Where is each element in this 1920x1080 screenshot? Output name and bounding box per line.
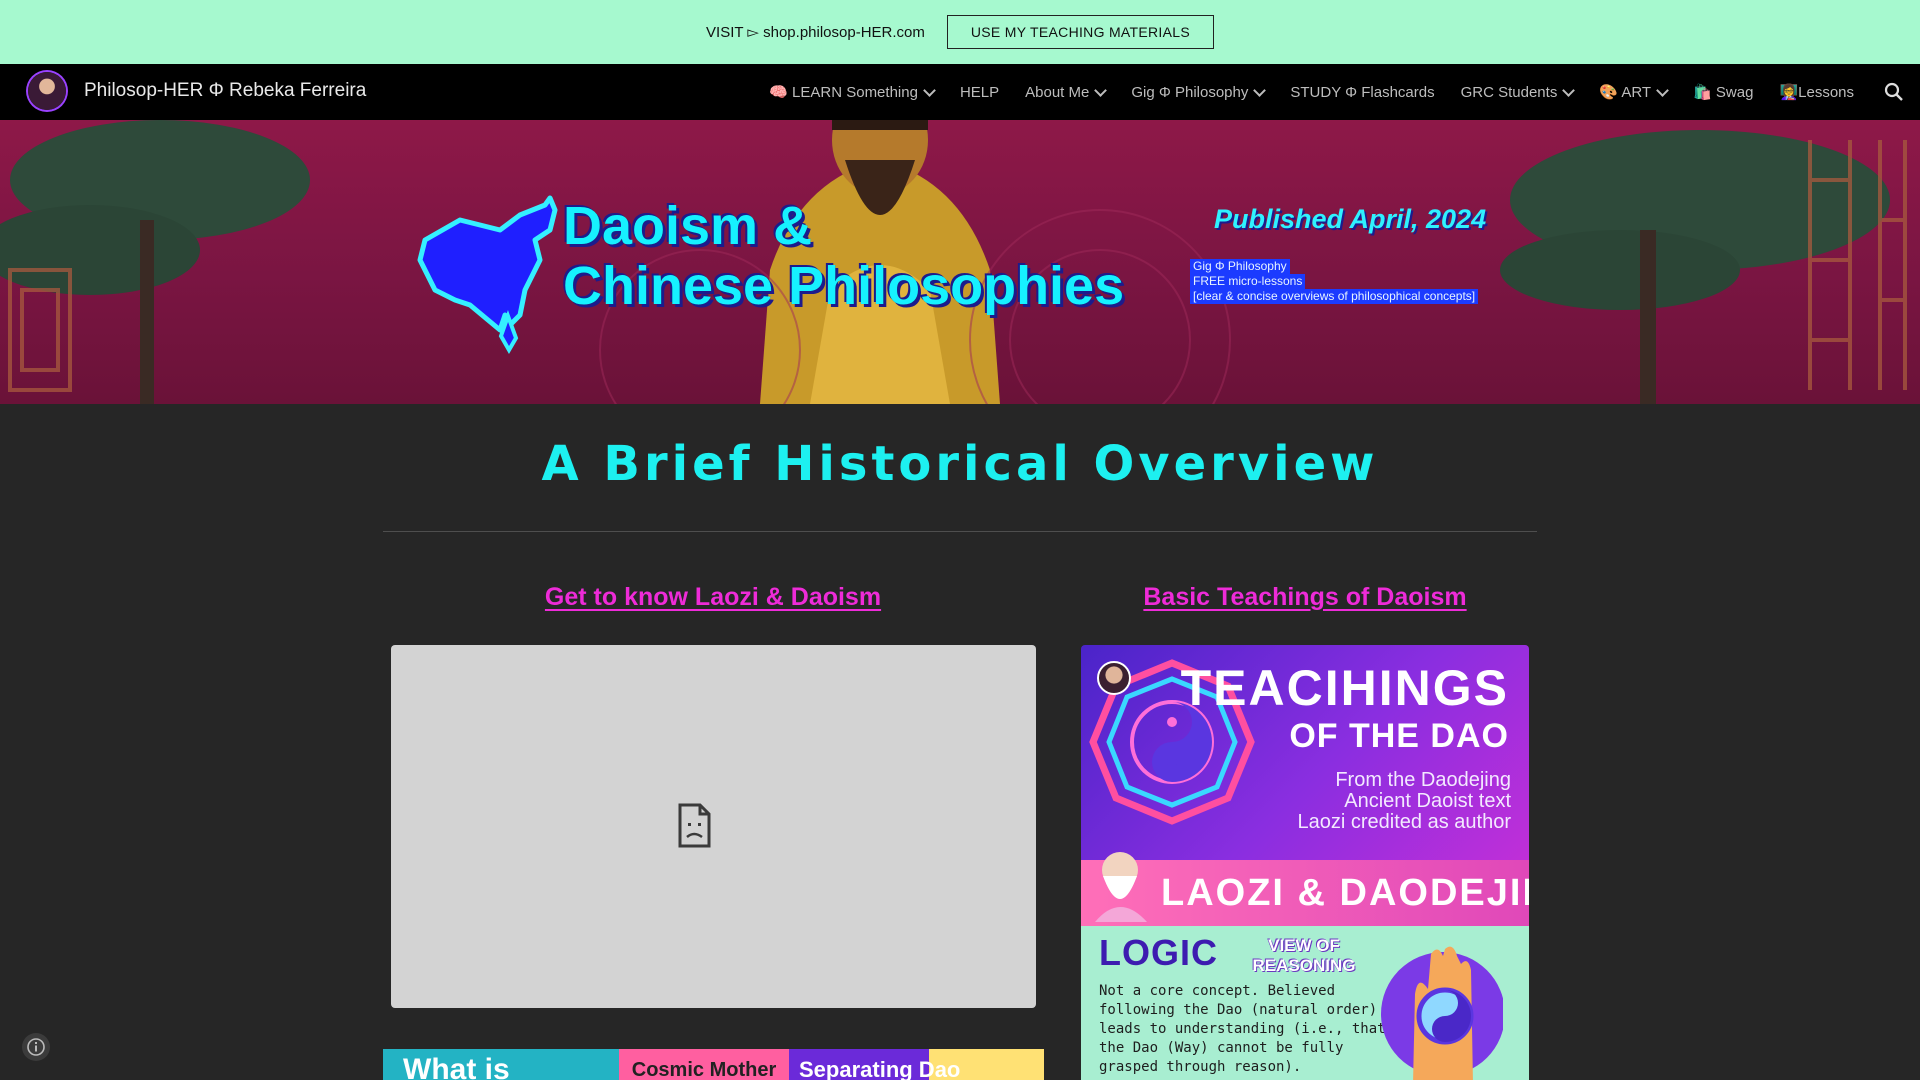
strip-panel-separating-dao: Separating Dao (789, 1049, 1044, 1080)
infographic-description: From the Daodejing Ancient Daoist text L… (1298, 770, 1511, 833)
nav-item-label: 🛍️ Swag (1693, 84, 1754, 101)
promo-banner: VISIT ▻ shop.philosop-HER.com USE MY TEA… (0, 0, 1920, 64)
search-icon[interactable] (1882, 80, 1906, 104)
nav-learn-something[interactable]: 🧠 LEARN Something (769, 83, 936, 101)
info-icon (27, 1038, 45, 1056)
logic-body-line: the Dao (Way) cannot be fully (1099, 1040, 1344, 1056)
nav-gig-philosophy[interactable]: Gig Φ Philosophy (1131, 83, 1267, 101)
nav-about-me[interactable]: About Me (1025, 83, 1108, 101)
infographic-band-text: LAOZI & DAODEJING (1161, 872, 1529, 914)
nav-item-label: 👩‍🏫Lessons (1779, 84, 1854, 101)
nav-item-label: GRC Students (1460, 83, 1558, 101)
infographic-header: TEACIHINGS OF THE DAO From the Daodejing… (1081, 645, 1529, 860)
published-date: Published April, 2024 (1214, 204, 1487, 234)
view-of-reasoning-label: VIEW OF REASONING (1252, 936, 1356, 975)
nav-art[interactable]: 🎨 ART (1599, 83, 1669, 101)
hero-title-line-2: Chinese Philosophies (563, 256, 1125, 316)
main-nav: 🧠 LEARN Something HELP About Me Gig Φ Ph… (769, 64, 1854, 120)
hero-line: Gig Φ Philosophy (1190, 259, 1290, 274)
strip-panel-cosmic-mother: Cosmic Mother (619, 1049, 789, 1080)
hero-title: Daoism & Chinese Philosophies (563, 196, 1124, 316)
nav-help[interactable]: HELP (960, 84, 999, 101)
logic-body-line: following the Dao (natural order) (1099, 1002, 1378, 1018)
hero-description: Gig Φ Philosophy FREE micro-lessons [cle… (1190, 259, 1479, 304)
section-title: A Brief Historical Overview (541, 436, 1379, 492)
site-logo-avatar[interactable] (28, 72, 66, 110)
hero-banner: Daoism & Chinese Philosophies Published … (0, 120, 1920, 404)
hero-title-line-1: Daoism & (563, 196, 813, 256)
broken-file-icon (676, 803, 712, 854)
logic-body: Not a core concept. Believed following t… (1099, 982, 1386, 1077)
infographic-band: LAOZI & DAODEJING (1081, 852, 1529, 926)
divider (383, 531, 1537, 532)
teachings-infographic[interactable]: TEACIHINGS OF THE DAO From the Daodejing… (1081, 645, 1529, 1080)
site-info-button[interactable] (22, 1033, 50, 1061)
infographic-subtitle: OF THE DAO (1289, 717, 1509, 755)
logic-body-line: grasped through reason). (1099, 1059, 1302, 1075)
nav-item-label: 🧠 LEARN Something (769, 84, 918, 101)
chevron-down-icon[interactable] (1656, 83, 1669, 97)
nav-item-label: Gig Φ Philosophy (1131, 83, 1249, 101)
infographic-description-line: Ancient Daoist text (1344, 790, 1511, 812)
nav-lessons[interactable]: 👩‍🏫Lessons (1779, 83, 1854, 101)
teaching-materials-button[interactable]: USE MY TEACHING MATERIALS (946, 15, 1214, 49)
hero-line: FREE micro-lessons (1190, 274, 1306, 289)
chevron-down-icon[interactable] (1094, 83, 1108, 97)
promo-text[interactable]: VISIT ▻ shop.philosop-HER.com (706, 23, 925, 41)
hero-line: [clear & concise overviews of philosophi… (1190, 289, 1479, 304)
nav-grc-students[interactable]: GRC Students (1460, 83, 1576, 101)
nav-item-label: About Me (1025, 83, 1090, 101)
nav-item-label: HELP (959, 83, 1000, 101)
laozi-daoism-link[interactable]: Get to know Laozi & Daoism (391, 583, 1035, 612)
nav-item-label: STUDY Φ Flashcards (1290, 83, 1435, 101)
chevron-down-icon[interactable] (1562, 83, 1576, 97)
infographic-title: TEACIHINGS (1180, 660, 1509, 716)
chevron-down-icon[interactable] (923, 83, 936, 97)
basic-teachings-link[interactable]: Basic Teachings of Daoism (1081, 583, 1529, 612)
logic-body-line: Not a core concept. Believed (1099, 983, 1336, 999)
strip-panel-what-is: What is (383, 1049, 619, 1080)
logic-body-line: leads to understanding (i.e., that (1099, 1021, 1386, 1037)
nav-item-label: 🎨 ART (1599, 84, 1652, 101)
infographic-description-line: From the Daodejing (1335, 769, 1511, 791)
slides-preview-strip[interactable]: What is Cosmic Mother Separating Dao (383, 1049, 1044, 1080)
nav-swag[interactable]: 🛍️ Swag (1693, 83, 1753, 101)
chevron-down-icon[interactable] (1253, 83, 1267, 97)
hand-yin-yang-icon (1381, 946, 1503, 1080)
infographic-logic-section: LOGIC VIEW OF REASONING Not a core conce… (1081, 926, 1529, 1080)
author-avatar (1097, 661, 1131, 695)
laozi-portrait-icon (1095, 852, 1147, 922)
nav-study-flashcards[interactable]: STUDY Φ Flashcards (1290, 84, 1434, 101)
embedded-video-placeholder[interactable] (391, 645, 1036, 1008)
site-header: Philosop-HER Φ Rebeka Ferreira 🧠 LEARN S… (0, 64, 1920, 120)
site-title[interactable]: Philosop-HER Φ Rebeka Ferreira (84, 80, 366, 102)
infographic-description-line: Laozi credited as author (1297, 811, 1511, 833)
logic-heading: LOGIC (1099, 932, 1218, 973)
